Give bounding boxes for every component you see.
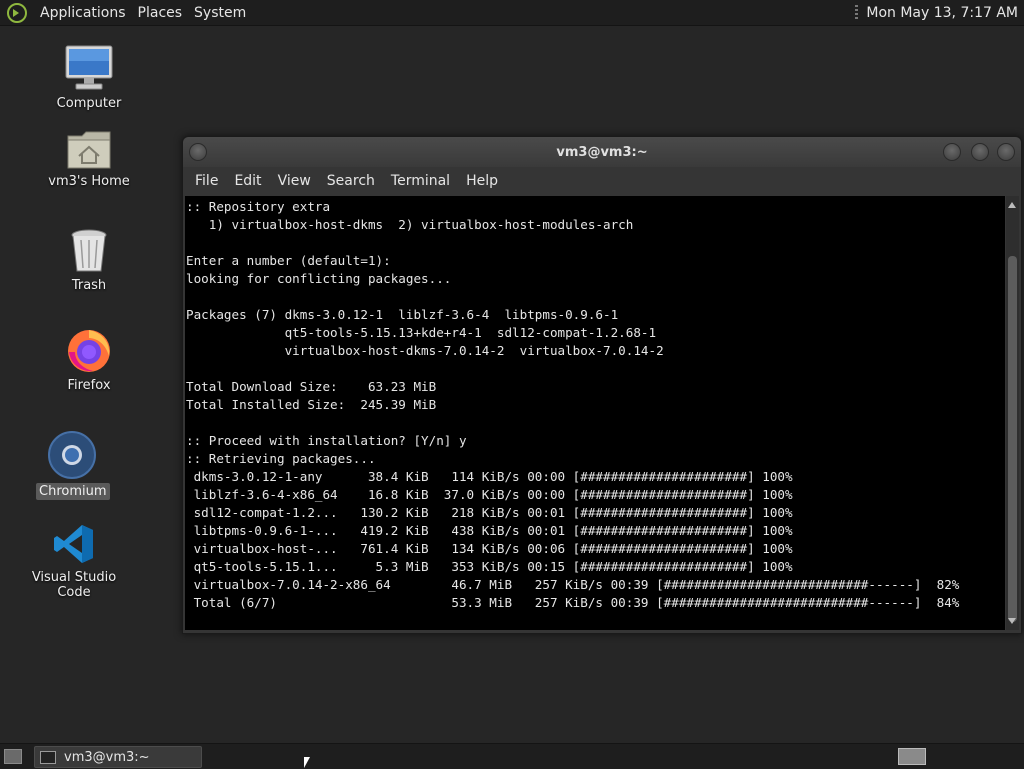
close-button[interactable]	[997, 143, 1015, 161]
workspace-switcher[interactable]	[898, 748, 926, 765]
places-menu[interactable]: Places	[132, 5, 189, 21]
menu-help[interactable]: Help	[458, 173, 506, 189]
computer-monitor-icon	[65, 45, 113, 90]
desktop-icon-label: Computer	[56, 96, 122, 111]
chromium-icon	[48, 431, 96, 479]
menu-search[interactable]: Search	[319, 173, 383, 189]
window-title: vm3@vm3:~	[556, 145, 648, 160]
vscode-icon	[54, 525, 93, 563]
applications-menu[interactable]: Applications	[34, 5, 132, 21]
desktop-icon-home[interactable]: vm3's Home	[44, 128, 134, 190]
desktop-icon-chromium[interactable]: Chromium	[36, 430, 110, 500]
desktop-icon-trash[interactable]: Trash	[54, 228, 124, 294]
desktop-icon-label: vm3's Home	[48, 174, 130, 189]
scroll-up-arrow-icon[interactable]	[1008, 202, 1016, 208]
terminal-scrollbar[interactable]	[1006, 196, 1019, 630]
terminal-menubar: File Edit View Search Terminal Help	[183, 167, 1021, 195]
menu-terminal[interactable]: Terminal	[383, 173, 458, 189]
desktop-icon-label: Trash	[71, 278, 107, 293]
desktop-icon-computer[interactable]: Computer	[48, 44, 130, 112]
desktop-icon-firefox[interactable]: Firefox	[54, 326, 124, 394]
panel-drag-handle[interactable]	[855, 4, 859, 21]
scrollbar-thumb[interactable]	[1008, 256, 1017, 622]
maximize-button[interactable]	[971, 143, 989, 161]
top-panel: Applications Places System Mon May 13, 7…	[0, 0, 1024, 26]
terminal-output[interactable]: :: Repository extra 1) virtualbox-host-d…	[185, 196, 1005, 630]
clock[interactable]: Mon May 13, 7:17 AM	[866, 5, 1018, 21]
menu-edit[interactable]: Edit	[226, 173, 269, 189]
window-titlebar[interactable]: vm3@vm3:~	[183, 137, 1021, 167]
home-folder-icon	[67, 131, 111, 169]
system-menu[interactable]: System	[188, 5, 252, 21]
firefox-icon	[68, 330, 110, 372]
desktop-icon-label: Firefox	[67, 378, 111, 393]
taskbar-item-label: vm3@vm3:~	[64, 749, 150, 765]
desktop-icon-vscode[interactable]: Visual Studio Code	[14, 522, 134, 601]
bottom-panel: vm3@vm3:~	[0, 743, 1024, 769]
desktop-icon-label: Chromium	[36, 483, 110, 500]
menu-view[interactable]: View	[270, 173, 319, 189]
trash-icon	[71, 229, 107, 272]
desktop-icon-label: Visual Studio Code	[31, 570, 117, 600]
show-desktop-icon[interactable]	[4, 749, 22, 764]
mouse-cursor-icon	[304, 757, 310, 768]
panel-right-area: Mon May 13, 7:17 AM	[855, 4, 1018, 21]
menu-file[interactable]: File	[187, 173, 226, 189]
terminal-text: :: Repository extra 1) virtualbox-host-d…	[186, 199, 960, 610]
distro-logo-icon[interactable]	[6, 2, 28, 24]
scroll-down-arrow-icon[interactable]	[1008, 618, 1016, 624]
minimize-button[interactable]	[943, 143, 961, 161]
terminal-window[interactable]: vm3@vm3:~ File Edit View Search Terminal…	[182, 136, 1022, 634]
taskbar-item-terminal[interactable]: vm3@vm3:~	[34, 746, 202, 768]
terminal-icon	[40, 750, 56, 764]
